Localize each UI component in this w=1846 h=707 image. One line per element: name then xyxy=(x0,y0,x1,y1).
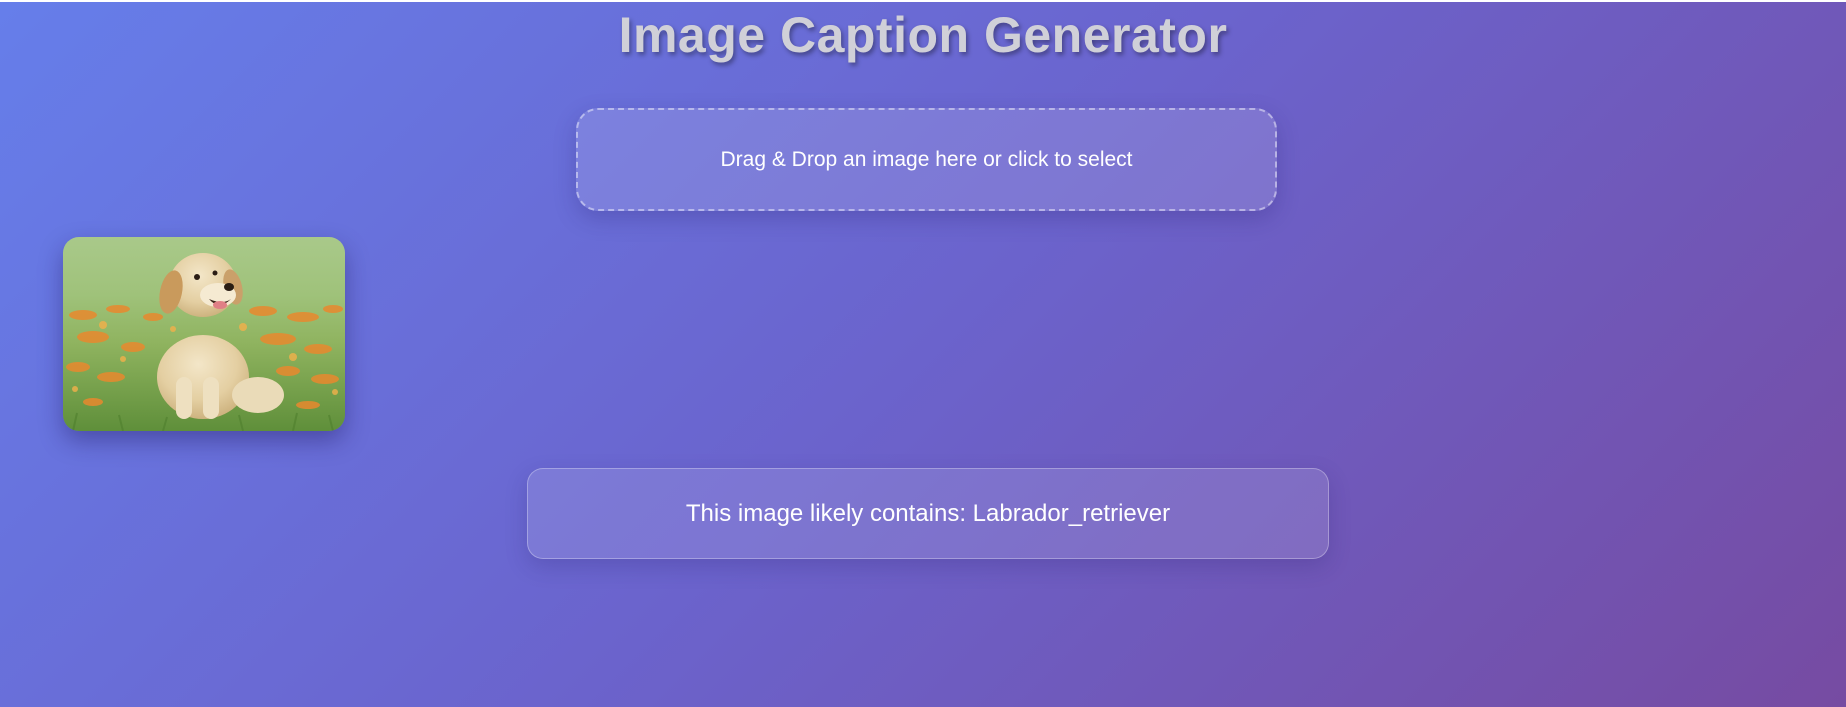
puppy-image xyxy=(63,237,345,431)
caption-result-box: This image likely contains: Labrador_ret… xyxy=(527,468,1329,559)
image-drop-zone[interactable]: Drag & Drop an image here or click to se… xyxy=(576,108,1277,211)
uploaded-image-preview xyxy=(63,237,345,431)
top-border xyxy=(0,0,1846,2)
drop-zone-label: Drag & Drop an image here or click to se… xyxy=(720,147,1133,171)
page-title: Image Caption Generator xyxy=(618,7,1228,63)
caption-text: This image likely contains: Labrador_ret… xyxy=(685,499,1171,527)
